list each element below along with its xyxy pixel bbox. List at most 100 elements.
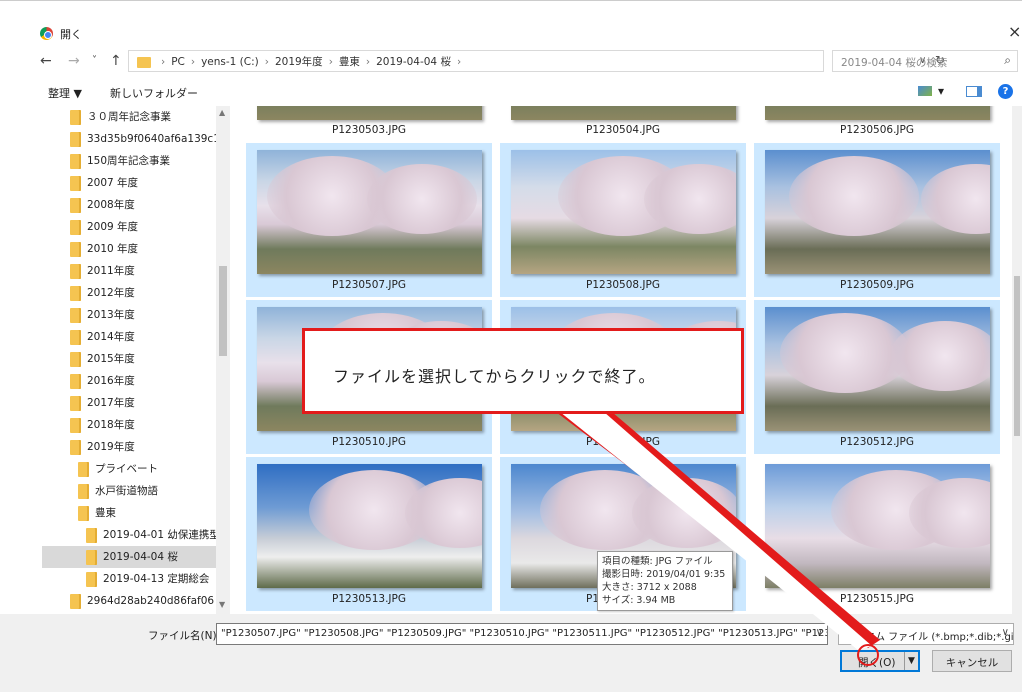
crumb-pc[interactable]: PC <box>171 56 185 68</box>
tree-item[interactable]: 2008年度 <box>42 194 230 216</box>
recent-locations-icon[interactable]: ˅ <box>92 55 97 66</box>
search-icon[interactable]: ⌕ <box>1004 53 1011 68</box>
thumbnail-image <box>511 106 736 120</box>
crumb-toyohigashi[interactable]: 豊東 <box>339 56 360 68</box>
tree-item[interactable]: 2011年度 <box>42 260 230 282</box>
tree-item[interactable]: 2017年度 <box>42 392 230 414</box>
tree-item[interactable]: 33d35b9f0640af6a139c1dc <box>42 128 230 150</box>
tooltip-line: 大きさ: 3712 x 2088 <box>602 582 697 593</box>
file-tile[interactable]: P1230512.JPG <box>754 300 1000 454</box>
file-tile[interactable]: P1230513.JPG <box>246 457 492 611</box>
file-info-tooltip: 項目の種類: JPG ファイル 撮影日時: 2019/04/01 9:35 大き… <box>597 551 733 611</box>
cancel-button[interactable]: キャンセル <box>932 650 1012 672</box>
file-tile[interactable]: P1230506.JPG <box>754 106 1000 142</box>
folder-tree: ３０周年記念事業 33d35b9f0640af6a139c1dc 150周年記念事業… <box>42 106 230 614</box>
search-input[interactable]: 2019-04-04 桜の検索 ⌕ <box>832 50 1018 72</box>
blossom-shape <box>367 164 477 234</box>
tree-item[interactable]: 2019-04-04 桜 <box>42 546 230 568</box>
tree-item[interactable]: 2009 年度 <box>42 216 230 238</box>
open-button-label: 開く(O) <box>858 657 896 669</box>
tree-item[interactable]: 2019-04-01 幼保連携型認 <box>42 524 230 546</box>
folder-icon <box>70 593 81 609</box>
tree-item-label: 水戸街道物語 <box>95 485 158 497</box>
address-bar[interactable]: › PC › yens-1 (C:) › 2019年度 › 豊東 › 2019-04-04 桜 › … <box>128 50 945 72</box>
tree-item[interactable]: 2010 年度 <box>42 238 230 260</box>
tree-item[interactable]: 2019年度 <box>42 436 230 458</box>
folder-icon <box>137 56 151 68</box>
open-dropdown-icon[interactable]: ▼ <box>904 652 918 670</box>
scrollbar-thumb[interactable] <box>1014 276 1020 436</box>
folder-icon <box>70 219 81 235</box>
file-tile[interactable]: P1230509.JPG <box>754 143 1000 297</box>
folder-icon <box>70 241 81 257</box>
search-placeholder: 2019-04-04 桜の検索 <box>841 57 948 69</box>
file-tile[interactable]: P1230504.JPG <box>500 106 746 142</box>
window-title: 開く <box>60 28 82 41</box>
callout-text: ファイルを選択してからクリックで終了。 <box>333 367 656 386</box>
chevron-down-icon[interactable]: ∨ <box>1002 627 1009 638</box>
blossom-shape <box>921 164 990 234</box>
tree-item-label: 2019-04-13 定期総会 <box>103 573 210 585</box>
scrollbar-thumb[interactable] <box>219 266 227 356</box>
tree-item[interactable]: 2019-04-13 定期総会 <box>42 568 230 590</box>
new-folder-button[interactable]: 新しいフォルダー <box>110 85 198 101</box>
back-arrow-icon[interactable]: ← <box>40 53 52 69</box>
tree-item[interactable]: 2007 年度 <box>42 172 230 194</box>
bottom-panel: ファイル名(N): "P1230507.JPG" "P1230508.JPG" … <box>0 614 1022 692</box>
folder-tree-scrollbar[interactable]: ▲ ▼ <box>216 106 230 614</box>
scroll-down-icon[interactable]: ▼ <box>219 600 225 609</box>
tree-item[interactable]: プライベート <box>42 458 230 480</box>
file-grid-scrollbar[interactable] <box>1012 106 1022 614</box>
close-button[interactable]: × <box>1008 22 1021 41</box>
tree-item[interactable]: 150周年記念事業 <box>42 150 230 172</box>
file-tile[interactable]: P1230503.JPG <box>246 106 492 142</box>
tree-item-label: 2009 年度 <box>87 221 139 233</box>
toolbar: 整理 ▼ 新しいフォルダー ▾ ? <box>0 78 1022 106</box>
scroll-up-icon[interactable]: ▲ <box>219 108 225 117</box>
open-button[interactable]: 開く(O) ▼ <box>840 650 920 672</box>
tree-item[interactable]: 2016年度 <box>42 370 230 392</box>
tree-item-label: ３０周年記念事業 <box>87 111 171 123</box>
file-tile[interactable]: P1230508.JPG <box>500 143 746 297</box>
tree-item[interactable]: 2015年度 <box>42 348 230 370</box>
tree-item[interactable]: 2012年度 <box>42 282 230 304</box>
preview-pane-icon[interactable] <box>966 86 982 97</box>
help-icon[interactable]: ? <box>998 84 1013 99</box>
crumb-current[interactable]: 2019-04-04 桜 <box>376 56 451 68</box>
tree-item-label: 2019-04-01 幼保連携型認 <box>103 529 230 541</box>
file-tile[interactable]: P1230515.JPG <box>754 457 1000 611</box>
tree-item[interactable]: 2964d28ab240d86faf06 <box>42 590 230 612</box>
tree-item[interactable]: 2013年度 <box>42 304 230 326</box>
folder-icon <box>70 351 81 367</box>
tree-item-label: 2013年度 <box>87 309 135 321</box>
tree-item[interactable]: 2018年度 <box>42 414 230 436</box>
folder-icon <box>70 153 81 169</box>
up-arrow-icon[interactable]: ↑ <box>110 53 122 69</box>
filename-input[interactable]: "P1230507.JPG" "P1230508.JPG" "P1230509.… <box>216 623 828 645</box>
tree-item-label: 2018年度 <box>87 419 135 431</box>
tree-item[interactable]: 豊東 <box>42 502 230 524</box>
thumbnail-image <box>765 464 990 588</box>
file-tile[interactable]: P1230507.JPG <box>246 143 492 297</box>
tree-item-label: 2011年度 <box>87 265 135 277</box>
forward-arrow-icon[interactable]: → <box>68 53 80 69</box>
filetype-select[interactable]: カスタム ファイル (*.bmp;*.dib;*.gif ∨ <box>838 623 1014 645</box>
folder-icon <box>70 439 81 455</box>
tree-item[interactable]: ３０周年記念事業 <box>42 106 230 128</box>
folder-icon <box>70 263 81 279</box>
folder-icon <box>70 131 81 147</box>
organize-menu[interactable]: 整理 ▼ <box>48 85 82 101</box>
crumb-2019[interactable]: 2019年度 <box>275 56 323 68</box>
tree-item-label: 2014年度 <box>87 331 135 343</box>
folder-icon <box>70 395 81 411</box>
tree-item[interactable]: 水戸街道物語 <box>42 480 230 502</box>
view-dropdown-icon[interactable]: ▾ <box>938 84 944 98</box>
filetype-value: カスタム ファイル (*.bmp;*.dib;*.gif <box>845 632 1014 643</box>
thumbnail-image <box>257 150 482 274</box>
crumb-drive[interactable]: yens-1 (C:) <box>201 56 259 68</box>
view-icon[interactable] <box>918 86 932 96</box>
tree-item[interactable]: 2014年度 <box>42 326 230 348</box>
tooltip-line: 項目の種類: JPG ファイル <box>602 556 713 567</box>
chevron-down-icon[interactable]: ∨ <box>816 627 823 638</box>
thumbnail-image <box>257 464 482 588</box>
